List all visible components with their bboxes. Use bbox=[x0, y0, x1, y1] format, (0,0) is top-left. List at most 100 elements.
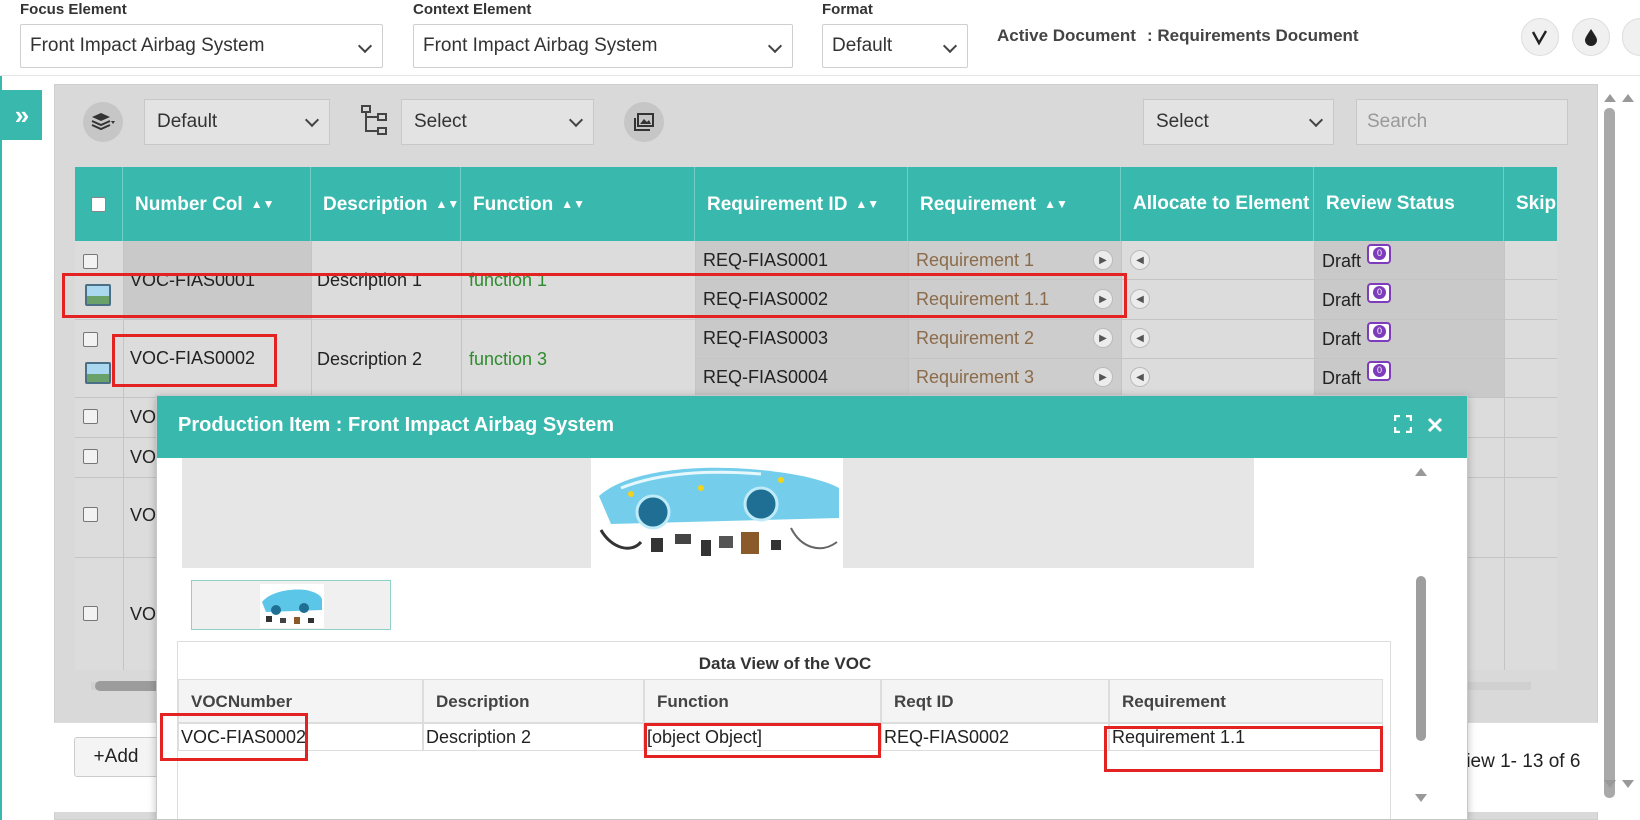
header-review-status[interactable]: Review Status bbox=[1314, 167, 1504, 241]
layer-select-value: Default bbox=[157, 111, 218, 132]
row-number[interactable]: VOC-FIAS0001 bbox=[130, 270, 255, 291]
page-vertical-scrollbar[interactable] bbox=[1600, 92, 1634, 798]
header-number-col[interactable]: Number Col ▲▼ bbox=[123, 167, 311, 241]
search-placeholder: Search bbox=[1367, 111, 1428, 132]
row-number-partial[interactable]: VO bbox=[130, 505, 156, 526]
scroll-down-icon[interactable] bbox=[1622, 780, 1634, 788]
row-requirement[interactable]: Requirement 3 bbox=[916, 367, 1034, 388]
play-right-icon[interactable]: ▶ bbox=[1093, 289, 1113, 309]
grid-line bbox=[75, 319, 1557, 320]
close-icon[interactable] bbox=[1421, 412, 1449, 440]
row-requirement[interactable]: Requirement 2 bbox=[916, 328, 1034, 349]
row-requirement-id[interactable]: REQ-FIAS0002 bbox=[703, 289, 828, 310]
row-function[interactable]: function 1 bbox=[469, 270, 547, 291]
header-requirement[interactable]: Requirement ▲▼ bbox=[908, 167, 1121, 241]
row-checkbox[interactable] bbox=[83, 606, 98, 621]
play-right-icon[interactable]: ▶ bbox=[1093, 367, 1113, 387]
row-number-partial[interactable]: VO bbox=[130, 604, 156, 625]
comment-icon[interactable]: 0 bbox=[1367, 283, 1391, 303]
sort-icon: ▲▼ bbox=[1044, 197, 1068, 211]
layer-select[interactable]: Default bbox=[144, 99, 330, 145]
row-checkbox[interactable] bbox=[83, 254, 98, 269]
header-requirement-id[interactable]: Requirement ID ▲▼ bbox=[695, 167, 908, 241]
context-element-value: Front Impact Airbag System bbox=[423, 35, 658, 56]
row-requirement-id[interactable]: REQ-FIAS0004 bbox=[703, 367, 828, 388]
dv-vocnumber: VOC-FIAS0002 bbox=[178, 723, 423, 751]
row-requirement-id[interactable]: REQ-FIAS0001 bbox=[703, 250, 828, 271]
dv-header-requirement: Requirement bbox=[1109, 679, 1383, 723]
row-number[interactable]: VOC-FIAS0002 bbox=[130, 348, 255, 369]
format-label: Format bbox=[822, 1, 873, 18]
row-checkbox[interactable] bbox=[83, 332, 98, 347]
header-function[interactable]: Function ▲▼ bbox=[461, 167, 695, 241]
scroll-up-icon[interactable] bbox=[1604, 94, 1616, 102]
image-gallery-icon[interactable] bbox=[624, 102, 664, 142]
car-sensor-image[interactable] bbox=[591, 458, 843, 568]
play-left-icon[interactable]: ◀ bbox=[1130, 367, 1150, 387]
header-allocate-to-element[interactable]: Allocate to Element bbox=[1121, 167, 1314, 241]
focus-element-select[interactable]: Front Impact Airbag System bbox=[20, 24, 383, 68]
row-function[interactable]: function 3 bbox=[469, 349, 547, 370]
row-checkbox[interactable] bbox=[83, 449, 98, 464]
focus-element-value: Front Impact Airbag System bbox=[30, 35, 265, 56]
dv-reqt-id: REQ-FIAS0002 bbox=[881, 723, 1109, 751]
context-element-select[interactable]: Front Impact Airbag System bbox=[413, 24, 793, 68]
dv-header-function: Function bbox=[644, 679, 881, 723]
comment-icon[interactable]: 0 bbox=[1367, 322, 1391, 342]
view-select[interactable]: Select bbox=[1143, 99, 1334, 145]
row-review-status: Draft bbox=[1322, 251, 1362, 271]
gallery-thumbnail[interactable] bbox=[191, 580, 391, 630]
page-info: View 1- 13 of 6 bbox=[1454, 751, 1581, 772]
active-document-label: Active Document bbox=[997, 26, 1136, 45]
play-left-icon[interactable]: ◀ bbox=[1130, 250, 1150, 270]
header-select-all bbox=[75, 167, 123, 241]
scroll-thumb[interactable] bbox=[1416, 576, 1426, 741]
more-icon[interactable] bbox=[1622, 18, 1640, 56]
scroll-thumb[interactable] bbox=[1604, 108, 1615, 798]
format-select[interactable]: Default bbox=[822, 24, 968, 68]
header-description[interactable]: Description ▲▼ bbox=[311, 167, 461, 241]
dv-header-vocnumber: VOCNumber bbox=[178, 679, 423, 723]
play-right-icon[interactable]: ▶ bbox=[1093, 250, 1113, 270]
dv-header-reqt-id: Reqt ID bbox=[881, 679, 1109, 723]
layers-icon[interactable] bbox=[83, 102, 123, 142]
scroll-up-icon[interactable] bbox=[1622, 94, 1634, 102]
row-description[interactable]: Description 1 bbox=[317, 270, 422, 291]
chevron-down-icon bbox=[568, 112, 584, 128]
chevron-down-icon bbox=[942, 38, 958, 54]
add-button[interactable]: +Add bbox=[74, 737, 158, 777]
scroll-down-icon[interactable] bbox=[1415, 794, 1427, 802]
row-requirement[interactable]: Requirement 1.1 bbox=[916, 289, 1049, 310]
header-skip[interactable]: Skip bbox=[1504, 167, 1557, 241]
row-number-partial[interactable]: VO bbox=[130, 447, 156, 468]
image-icon[interactable] bbox=[85, 284, 111, 306]
row-checkbox[interactable] bbox=[83, 409, 98, 424]
row-requirement[interactable]: Requirement 1 bbox=[916, 250, 1034, 271]
row-checkbox[interactable] bbox=[83, 507, 98, 522]
select-all-checkbox[interactable] bbox=[91, 197, 106, 212]
grid-line bbox=[123, 241, 124, 670]
hierarchy-select[interactable]: Select bbox=[401, 99, 594, 145]
vine-icon[interactable] bbox=[1521, 18, 1559, 56]
search-input[interactable]: Search bbox=[1356, 99, 1568, 145]
drop-icon[interactable] bbox=[1572, 18, 1610, 56]
chevron-down-icon bbox=[304, 112, 320, 128]
row-review-status: Draft bbox=[1322, 329, 1362, 349]
dv-function: [object Object] bbox=[644, 723, 881, 751]
scroll-down-icon[interactable] bbox=[1604, 780, 1616, 788]
row-requirement-id[interactable]: REQ-FIAS0003 bbox=[703, 328, 828, 349]
play-left-icon[interactable]: ◀ bbox=[1130, 328, 1150, 348]
comment-icon[interactable]: 0 bbox=[1367, 361, 1391, 381]
play-left-icon[interactable]: ◀ bbox=[1130, 289, 1150, 309]
row-number-partial[interactable]: VO bbox=[130, 407, 156, 428]
modal-scrollbar[interactable] bbox=[1410, 458, 1432, 819]
image-icon[interactable] bbox=[85, 362, 111, 384]
sort-icon: ▲▼ bbox=[435, 197, 460, 211]
scroll-up-icon[interactable] bbox=[1415, 468, 1427, 476]
row-description[interactable]: Description 2 bbox=[317, 349, 422, 370]
expand-sidebar-icon[interactable]: » bbox=[2, 90, 42, 140]
play-right-icon[interactable]: ▶ bbox=[1093, 328, 1113, 348]
comment-icon[interactable]: 0 bbox=[1367, 244, 1391, 264]
hierarchy-icon[interactable] bbox=[360, 104, 390, 136]
maximize-icon[interactable] bbox=[1389, 412, 1417, 440]
